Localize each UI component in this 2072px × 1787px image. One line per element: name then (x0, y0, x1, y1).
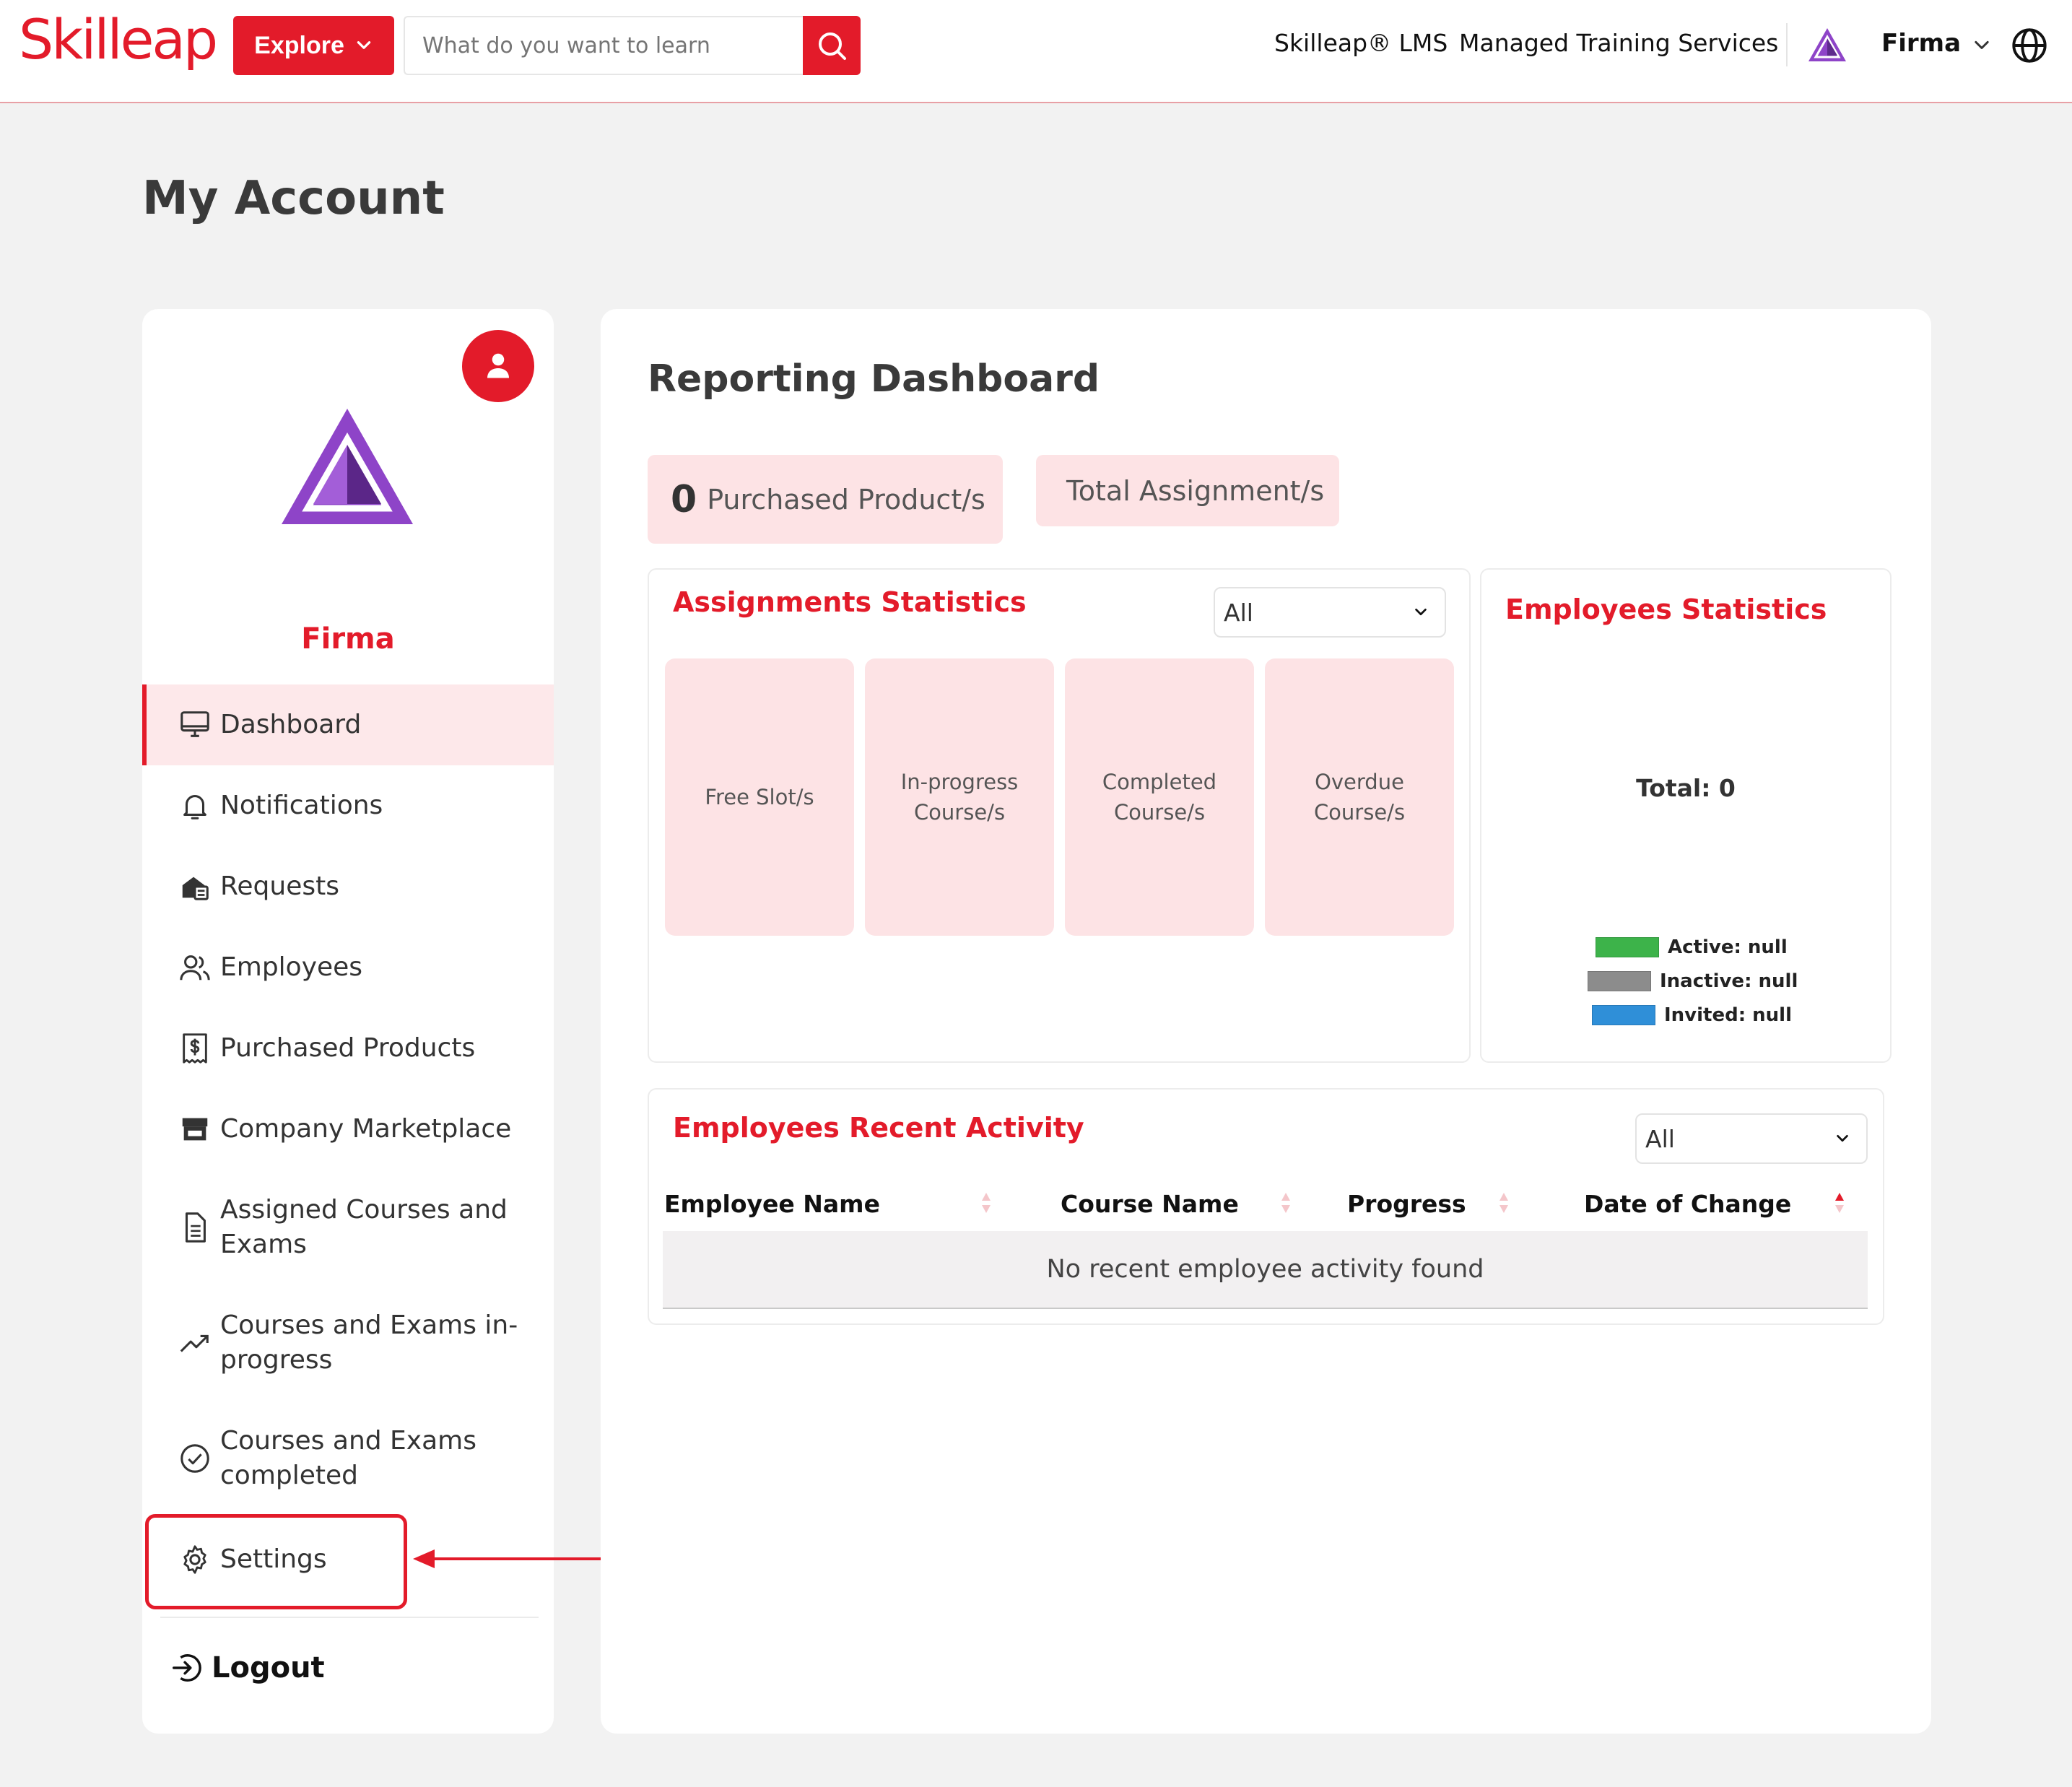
stat-tile-in-progress[interactable]: In-progress Course/s (865, 658, 1054, 936)
purchased-products-tile[interactable]: 0 Purchased Product/s (648, 455, 1003, 544)
sidebar-item-courses-completed[interactable]: Courses and Exams completed (142, 1401, 554, 1516)
select-value: All (1645, 1124, 1675, 1153)
legend-item-active: Active: null (1596, 936, 1788, 958)
chevron-down-icon (1837, 1134, 1848, 1142)
stat-tile-free-slots[interactable]: Free Slot/s (665, 658, 854, 936)
company-logo-small (1808, 28, 1846, 61)
purchased-label: Purchased Product/s (707, 483, 985, 516)
explore-label: Explore (254, 31, 344, 59)
invoice-dollar-icon (183, 1033, 207, 1064)
legend-label: Invited: null (1664, 1004, 1793, 1026)
assignments-statistics-title: Assignments Statistics (673, 586, 1027, 618)
trending-up-icon (180, 1334, 209, 1352)
chevron-down-icon[interactable] (1972, 35, 1992, 56)
stat-tile-label: Completed Course/s (1102, 770, 1217, 825)
legend-label: Active: null (1668, 936, 1788, 958)
legend-item-invited: Invited: null (1592, 1004, 1792, 1026)
sort-icon[interactable] (1279, 1188, 1293, 1217)
sort-ascending-icon[interactable] (1832, 1188, 1847, 1217)
stat-tile-completed[interactable]: Completed Course/s (1065, 658, 1254, 936)
sidebar-item-assigned-courses[interactable]: Assigned Courses and Exams (142, 1170, 554, 1285)
header-divider (1786, 23, 1788, 66)
sidebar-divider (160, 1617, 539, 1618)
stat-tile-overdue[interactable]: Overdue Course/s (1265, 658, 1454, 936)
employees-total: Total: 0 (1636, 774, 1736, 802)
dashboard-title: Reporting Dashboard (648, 357, 1100, 401)
nav-skilleap-lms[interactable]: Skilleap® LMS (1274, 29, 1448, 57)
sidebar-item-label: Company Marketplace (220, 1114, 512, 1144)
legend-swatch (1592, 1005, 1655, 1025)
total-assignments-label: Total Assignment/s (1066, 474, 1325, 507)
sidebar-item-label: Courses and Exams in-progress (220, 1310, 518, 1375)
check-circle-icon (180, 1444, 209, 1473)
search-button[interactable] (803, 16, 861, 75)
document-icon (185, 1212, 206, 1243)
page-title: My Account (142, 172, 445, 225)
store-icon (182, 1118, 208, 1141)
user-icon (487, 353, 509, 378)
legend-swatch (1596, 937, 1659, 957)
sidebar-item-notifications[interactable]: Notifications (142, 765, 554, 846)
empty-table-message: No recent employee activity found (663, 1231, 1868, 1309)
avatar-button[interactable] (462, 330, 534, 402)
sidebar-item-label: Courses and Exams completed (220, 1426, 476, 1490)
company-logo (282, 409, 413, 524)
users-icon (180, 955, 210, 981)
sidebar-item-label: Employees (220, 952, 363, 982)
settings-highlight-box (145, 1514, 407, 1609)
column-header-date-of-change[interactable]: Date of Change (1584, 1190, 1791, 1218)
logout-label: Logout (212, 1651, 325, 1684)
sidebar-item-label: Requests (220, 871, 339, 901)
select-value: All (1224, 598, 1253, 627)
sidebar-item-label: Notifications (220, 791, 383, 820)
globe-icon[interactable] (2011, 27, 2048, 64)
search-input[interactable] (404, 16, 803, 75)
sidebar-item-label: Assigned Courses and Exams (220, 1195, 508, 1259)
chevron-down-icon (357, 41, 371, 49)
logout-icon (173, 1654, 201, 1682)
employees-statistics-title: Employees Statistics (1505, 594, 1827, 625)
user-menu[interactable]: Firma (1881, 29, 1961, 58)
stat-tile-label: Free Slot/s (705, 785, 814, 809)
assignments-filter-select[interactable]: All (1214, 587, 1446, 638)
sidebar-item-dashboard[interactable]: Dashboard (142, 684, 554, 765)
sort-icon[interactable] (1497, 1188, 1511, 1217)
chevron-down-icon (1415, 608, 1427, 616)
sidebar-item-purchased-products[interactable]: Purchased Products (142, 1008, 554, 1089)
nav-managed-training-services[interactable]: Managed Training Services (1459, 29, 1778, 57)
column-header-employee-name[interactable]: Employee Name (664, 1190, 880, 1218)
sidebar-item-requests[interactable]: Requests (142, 846, 554, 927)
sidebar-item-courses-in-progress[interactable]: Courses and Exams in-progress (142, 1285, 554, 1401)
sidebar-item-employees[interactable]: Employees (142, 927, 554, 1008)
purchased-count: 0 (671, 477, 697, 521)
logout-button[interactable]: Logout (142, 1625, 554, 1711)
explore-button[interactable]: Explore (233, 16, 394, 75)
sidebar-item-company-marketplace[interactable]: Company Marketplace (142, 1089, 554, 1170)
recent-activity-title: Employees Recent Activity (673, 1112, 1084, 1144)
legend-label: Inactive: null (1660, 970, 1798, 992)
monitor-icon (180, 711, 209, 737)
logo-text: Skilleap (19, 7, 218, 71)
sort-icon[interactable] (979, 1188, 993, 1217)
total-assignments-tile[interactable]: Total Assignment/s (1036, 455, 1339, 526)
legend-swatch (1588, 971, 1651, 991)
stat-tile-label: In-progress Course/s (900, 770, 1019, 825)
requests-icon (182, 877, 209, 900)
column-header-progress[interactable]: Progress (1347, 1190, 1466, 1218)
legend-item-inactive: Inactive: null (1588, 970, 1798, 992)
company-name: Firma (301, 622, 395, 656)
bell-icon (183, 795, 206, 819)
skilleap-logo[interactable]: Skilleap (19, 7, 218, 90)
activity-filter-select[interactable]: All (1635, 1113, 1868, 1164)
sidebar-item-label: Dashboard (220, 710, 362, 739)
search-icon (819, 32, 846, 60)
sidebar-item-label: Purchased Products (220, 1033, 476, 1063)
stat-tile-label: Overdue Course/s (1313, 770, 1406, 825)
column-header-course-name[interactable]: Course Name (1061, 1190, 1239, 1218)
